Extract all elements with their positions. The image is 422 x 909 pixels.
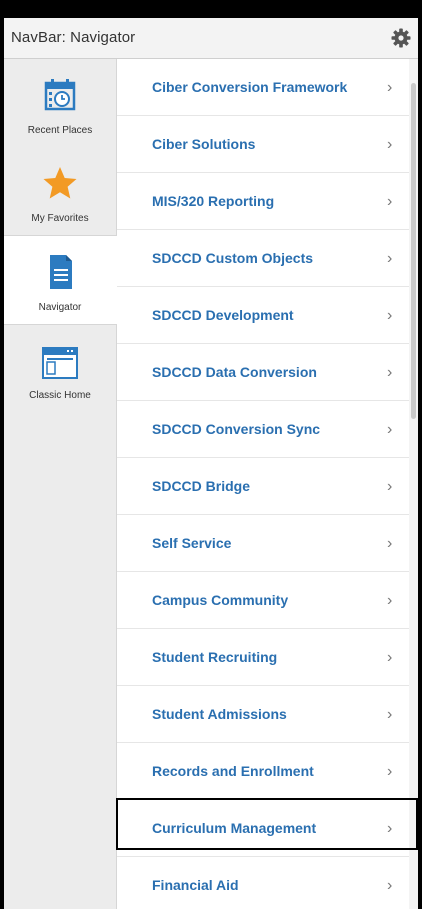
scrollbar-thumb[interactable] [411, 83, 416, 419]
nav-item-label: SDCCD Bridge [152, 478, 251, 494]
sidebar-item-navigator[interactable]: Navigator [4, 235, 117, 325]
navigator-list: Ciber Conversion Framework › Ciber Solut… [117, 59, 409, 909]
sidebar-item-my-favorites[interactable]: My Favorites [4, 147, 116, 235]
chevron-right-icon: › [387, 307, 393, 324]
nav-item-ciber-solutions[interactable]: Ciber Solutions › [117, 116, 409, 173]
nav-item-campus-community[interactable]: Campus Community › [117, 572, 409, 629]
nav-item-sdccd-development[interactable]: SDCCD Development › [117, 287, 409, 344]
navbar-header: NavBar: Navigator [4, 18, 418, 59]
gear-icon[interactable] [390, 27, 412, 49]
sidebar-item-label: My Favorites [31, 213, 89, 224]
chevron-right-icon: › [387, 250, 393, 267]
window-icon [40, 344, 80, 384]
nav-item-label: SDCCD Custom Objects [152, 250, 314, 266]
nav-item-self-service[interactable]: Self Service › [117, 515, 409, 572]
nav-item-label: SDCCD Conversion Sync [152, 421, 321, 437]
chevron-right-icon: › [387, 820, 393, 837]
chevron-right-icon: › [387, 649, 393, 666]
chevron-right-icon: › [387, 763, 393, 780]
nav-item-label: Self Service [152, 535, 232, 551]
nav-item-label: Campus Community [152, 592, 289, 608]
nav-item-financial-aid[interactable]: Financial Aid › [117, 857, 409, 909]
sidebar-item-label: Recent Places [27, 125, 93, 136]
nav-item-label: Ciber Solutions [152, 136, 256, 152]
nav-item-records-and-enrollment[interactable]: Records and Enrollment › [117, 743, 409, 800]
chevron-right-icon: › [387, 706, 393, 723]
chevron-right-icon: › [387, 478, 393, 495]
nav-item-label: SDCCD Development [152, 307, 294, 323]
nav-item-student-recruiting[interactable]: Student Recruiting › [117, 629, 409, 686]
nav-item-student-admissions[interactable]: Student Admissions › [117, 686, 409, 743]
sidebar-item-label: Classic Home [29, 390, 91, 401]
nav-item-sdccd-custom-objects[interactable]: SDCCD Custom Objects › [117, 230, 409, 287]
chevron-right-icon: › [387, 364, 393, 381]
calendar-clock-icon [40, 75, 80, 115]
sidebar-item-recent-places[interactable]: Recent Places [4, 59, 116, 147]
nav-item-label: Curriculum Management [152, 820, 317, 836]
chevron-right-icon: › [387, 79, 393, 96]
nav-item-label: SDCCD Data Conversion [152, 364, 317, 380]
nav-item-label: MIS/320 Reporting [152, 193, 275, 209]
nav-item-label: Student Recruiting [152, 649, 278, 665]
star-icon [40, 163, 80, 203]
nav-item-ciber-conversion-framework[interactable]: Ciber Conversion Framework › [117, 59, 409, 116]
sidebar-item-classic-home[interactable]: Classic Home [4, 324, 116, 412]
nav-item-label: Ciber Conversion Framework [152, 79, 348, 95]
navbar-sidebar: Recent Places My Favorites Navigator Cla… [4, 59, 117, 909]
navbar-panel: NavBar: Navigator Recent Places My Favor… [4, 18, 418, 909]
nav-item-sdccd-bridge[interactable]: SDCCD Bridge › [117, 458, 409, 515]
sidebar-item-label: Navigator [38, 302, 82, 313]
nav-item-label: Records and Enrollment [152, 763, 314, 779]
chevron-right-icon: › [387, 136, 393, 153]
chevron-right-icon: › [387, 535, 393, 552]
document-icon [40, 252, 80, 292]
nav-item-sdccd-data-conversion[interactable]: SDCCD Data Conversion › [117, 344, 409, 401]
nav-item-mis-320-reporting[interactable]: MIS/320 Reporting › [117, 173, 409, 230]
chevron-right-icon: › [387, 877, 393, 894]
nav-item-label: Student Admissions [152, 706, 287, 722]
nav-item-sdccd-conversion-sync[interactable]: SDCCD Conversion Sync › [117, 401, 409, 458]
chevron-right-icon: › [387, 193, 393, 210]
navbar-title: NavBar: Navigator [11, 29, 136, 46]
nav-item-curriculum-management[interactable]: Curriculum Management › [117, 800, 409, 857]
chevron-right-icon: › [387, 421, 393, 438]
nav-item-label: Financial Aid [152, 877, 239, 893]
chevron-right-icon: › [387, 592, 393, 609]
vertical-scrollbar[interactable] [409, 59, 418, 909]
